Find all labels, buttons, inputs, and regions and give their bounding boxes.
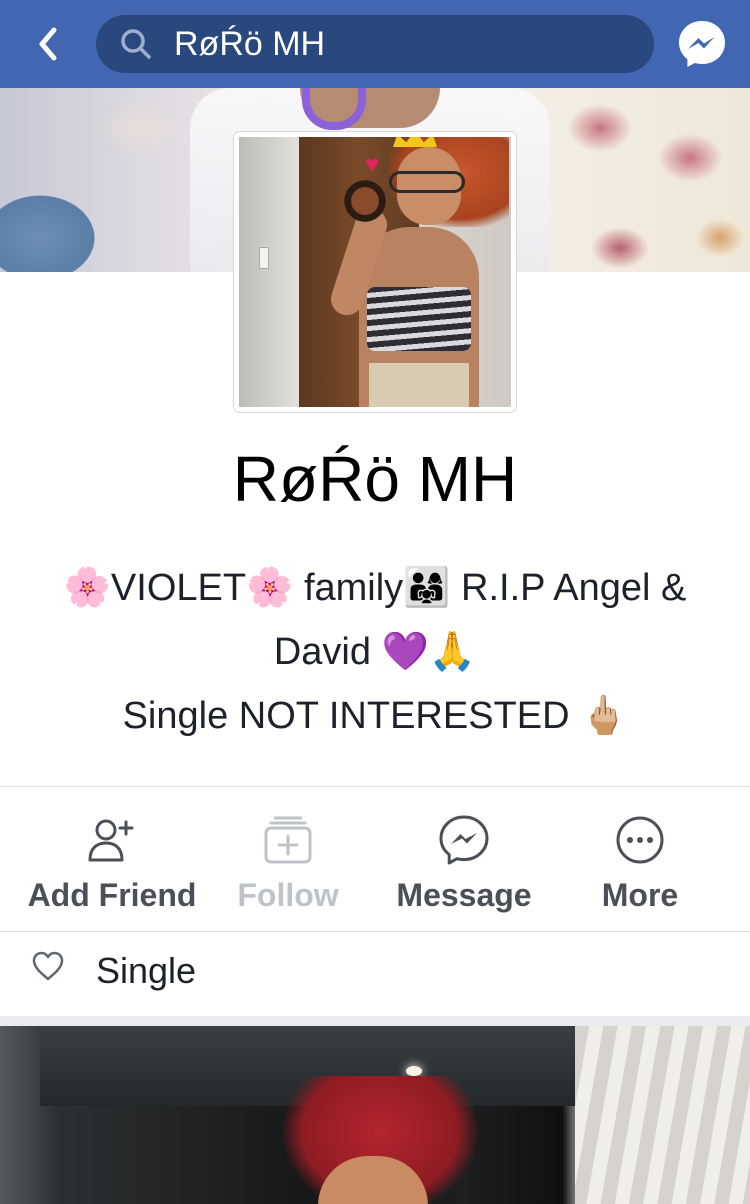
profile-bio: 🌸VIOLET🌸 family👨‍👩‍👧 R.I.P Angel & David… — [20, 556, 730, 748]
avatar-glasses — [389, 171, 465, 193]
follow-label: Follow — [237, 877, 339, 913]
search-icon — [118, 26, 154, 62]
top-nav-bar: RøŔö MH — [0, 0, 750, 88]
messenger-icon — [679, 21, 725, 67]
section-separator — [0, 1016, 750, 1026]
follow-icon — [261, 813, 315, 867]
photo-ceiling-light — [406, 1066, 422, 1076]
heart-outline-icon — [30, 948, 66, 984]
bio-line: Single NOT INTERESTED 🖕🏼 — [122, 695, 628, 737]
avatar-striped-top — [367, 287, 471, 351]
messenger-icon — [437, 813, 491, 867]
featured-photo[interactable] — [0, 1026, 750, 1204]
back-button[interactable] — [26, 22, 70, 66]
profile-name: RøŔö MH — [232, 443, 518, 515]
add-friend-button[interactable]: Add Friend — [24, 787, 200, 931]
search-input-value[interactable]: RøŔö MH — [174, 25, 325, 64]
relationship-status-row[interactable]: Single — [0, 932, 750, 1026]
search-field[interactable]: RøŔö MH — [96, 15, 654, 73]
add-friend-icon — [85, 813, 139, 867]
follow-button[interactable]: Follow — [200, 787, 376, 931]
avatar-wall — [239, 137, 299, 407]
profile-actions: Add Friend Follow Message More — [0, 787, 750, 931]
more-dots-icon — [613, 813, 667, 867]
message-label: Message — [396, 877, 532, 913]
bio-line: 🌸VIOLET🌸 family👨‍👩‍👧 R.I.P Angel & — [63, 567, 687, 609]
photo-textured-wall — [575, 1026, 750, 1204]
back-chevron-icon — [39, 27, 57, 61]
messenger-button[interactable] — [676, 18, 728, 70]
more-button[interactable]: More — [552, 787, 728, 931]
message-button[interactable]: Message — [376, 787, 552, 931]
bio-line: David 💜🙏 — [273, 631, 477, 673]
avatar-light-switch — [259, 247, 269, 269]
avatar-pants — [369, 363, 469, 407]
more-label: More — [601, 877, 679, 913]
relationship-status-text: Single — [96, 950, 197, 991]
profile-picture[interactable]: ♥ — [234, 132, 516, 412]
avatar-crown-sticker — [393, 137, 437, 147]
avatar-heart-sticker: ♥ — [365, 151, 380, 178]
add-friend-label: Add Friend — [27, 877, 197, 913]
avatar-toy-sticker — [341, 177, 389, 225]
avatar-image: ♥ — [239, 137, 511, 407]
